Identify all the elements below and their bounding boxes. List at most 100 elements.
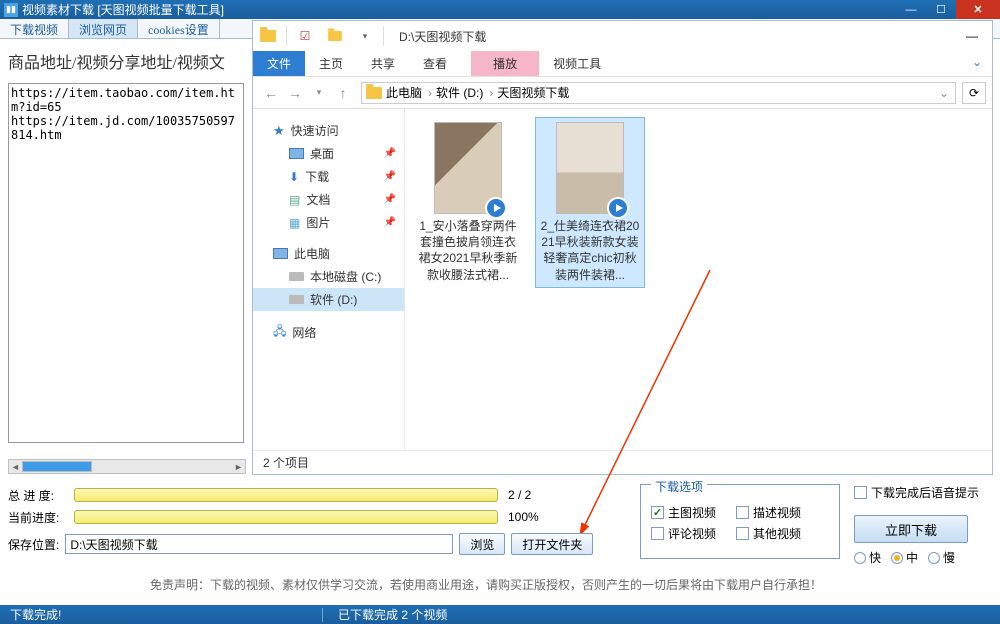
maximize-button[interactable]: ☐ [926,0,956,19]
browse-button[interactable]: 浏览 [459,533,505,555]
folder-icon [366,87,382,99]
tab-download[interactable]: 下载视频 [0,19,69,38]
ribbon-home[interactable]: 主页 [305,51,357,76]
chk-desc-video[interactable]: 描述视频 [736,504,801,521]
ribbon-share[interactable]: 共享 [357,51,409,76]
nav-sidebar: ★快速访问 桌面📌 ⬇下载📌 ▤文档📌 ▦图片📌 此电脑 本地磁盘 (C:) 软… [253,109,405,450]
side-desktop[interactable]: 桌面📌 [253,142,404,165]
play-icon [607,197,629,219]
qa-dropdown-icon[interactable]: ▾ [350,22,380,50]
total-progress-value: 2 / 2 [508,488,531,502]
item-count: 2 个项目 [263,454,309,471]
radio-mid[interactable]: 中 [891,549,918,566]
file-area[interactable]: 1_安小落叠穿两件套撞色披肩领连衣裙女2021早秋季新款收腰法式裙... 2_仕… [405,109,992,450]
close-button[interactable]: ✕ [956,0,1000,19]
explorer-statusbar: 2 个项目 [253,450,992,474]
side-docs[interactable]: ▤文档📌 [253,188,404,211]
chk-comment-video[interactable]: 评论视频 [651,525,716,542]
drive-icon [289,295,304,304]
file-item[interactable]: 1_安小落叠穿两件套撞色披肩领连衣裙女2021早秋季新款收腰法式裙... [413,117,523,288]
file-label: 2_仕美绮连衣裙2021早秋装新款女装轻奢高定chic初秋装两件装裙... [540,218,640,283]
scroll-right-icon[interactable]: ► [232,460,245,473]
url-textarea[interactable]: https://item.taobao.com/item.htm?id=65 h… [8,83,244,443]
tab-browse[interactable]: 浏览网页 [69,19,138,38]
side-downloads[interactable]: ⬇下载📌 [253,165,404,188]
scroll-thumb[interactable] [22,461,92,472]
file-label: 1_安小落叠穿两件套撞色披肩领连衣裙女2021早秋季新款收腰法式裙... [418,218,518,283]
app-icon: ▮▮ [4,3,18,17]
play-icon [485,197,507,219]
side-network[interactable]: 🖧网络 [253,319,404,346]
side-thispc[interactable]: 此电脑 [253,242,404,265]
address-dropdown-icon[interactable]: ⌄ [939,86,955,100]
pic-icon: ▦ [289,216,300,230]
ribbon-view[interactable]: 查看 [409,51,461,76]
window-path: D:\天图视频下载 [399,28,952,45]
refresh-icon[interactable]: ⟳ [962,82,986,104]
nav-fwd-icon[interactable]: → [283,81,307,105]
save-location-label: 保存位置: [8,536,59,553]
nav-back-icon[interactable]: ← [259,81,283,105]
current-progress-value: 100% [508,510,539,524]
video-thumbnail [556,122,624,214]
ribbon-expand-icon[interactable]: ⌄ [962,51,992,76]
scroll-left-icon[interactable]: ◄ [9,460,22,473]
disclaimer-text: 免责声明：下载的视频、素材仅供学习交流，若使用商业用途，请购买正版授权，否则产生… [150,576,822,593]
side-cdrive[interactable]: 本地磁盘 (C:) [253,265,404,288]
titlebar: ▮▮ 视频素材下载 [天图视频批量下载工具] — ☐ ✕ [0,0,1000,19]
save-location-input[interactable] [65,534,453,554]
nav-history-icon[interactable]: ▾ [307,81,331,105]
pc-icon [273,248,288,259]
tab-cookies[interactable]: cookies设置 [138,19,220,38]
url-list-header: 商品地址/视频分享地址/视频文 [8,39,248,83]
file-item[interactable]: 2_仕美绮连衣裙2021早秋装新款女装轻奢高定chic初秋装两件装裙... [535,117,645,288]
star-icon: ★ [273,123,285,139]
crumb-thispc[interactable]: 此电脑 [386,84,432,101]
qa-folder-icon[interactable] [253,22,283,50]
file-explorer: ☑ ▾ D:\天图视频下载 — 文件 主页 共享 查看 播放 视频工具 ⌄ ← … [252,20,993,475]
drive-icon [289,272,304,281]
pin-icon: 📌 [384,217,396,228]
doc-icon: ▤ [289,193,300,207]
current-progress-bar [74,510,498,524]
side-quick[interactable]: ★快速访问 [253,119,404,142]
status-mid: 已下载完成 2 个视频 [328,606,457,623]
current-progress-label: 当前进度: [8,509,64,526]
video-thumbnail [434,122,502,214]
download-options-group: 下载选项 主图视频 描述视频 评论视频 其他视频 [640,484,840,559]
chk-voice-notify[interactable]: 下载完成后语音提示 [854,484,979,501]
side-ddrive[interactable]: 软件 (D:) [253,288,404,311]
pin-icon: 📌 [384,194,396,205]
breadcrumb-bar: ← → ▾ ↑ 此电脑 软件 (D:) 天图视频下载 ⌄ ⟳ [253,77,992,109]
left-pane: 商品地址/视频分享地址/视频文 https://item.taobao.com/… [8,39,248,479]
side-pics[interactable]: ▦图片📌 [253,211,404,234]
ribbon-file[interactable]: 文件 [253,51,305,76]
pin-icon: 📌 [384,171,396,182]
crumb-ddrive[interactable]: 软件 (D:) [436,84,493,101]
radio-fast[interactable]: 快 [854,549,881,566]
minimize-button[interactable]: — [896,0,926,19]
chk-main-video[interactable]: 主图视频 [651,504,716,521]
start-download-button[interactable]: 立即下载 [854,515,968,543]
radio-slow[interactable]: 慢 [928,549,955,566]
statusbar: 下载完成! 已下载完成 2 个视频 [0,605,1000,624]
status-left: 下载完成! [0,606,71,623]
total-progress-label: 总 进 度: [8,487,64,504]
qa-open-icon[interactable] [320,22,350,50]
crumb-folder[interactable]: 天图视频下载 [497,84,569,101]
network-icon: 🖧 [273,322,286,343]
pin-icon: 📌 [384,148,396,159]
options-legend: 下载选项 [651,478,707,495]
url-hscroll[interactable]: ◄ ► [8,459,246,474]
chk-other-video[interactable]: 其他视频 [736,525,801,542]
right-options: 下载完成后语音提示 立即下载 快 中 慢 [854,484,994,566]
nav-up-icon[interactable]: ↑ [331,81,355,105]
ribbon: 文件 主页 共享 查看 播放 视频工具 ⌄ [253,51,992,77]
open-folder-button[interactable]: 打开文件夹 [511,533,593,555]
address-bar[interactable]: 此电脑 软件 (D:) 天图视频下载 ⌄ [361,82,956,104]
explorer-minimize[interactable]: — [952,22,992,50]
ribbon-context[interactable]: 播放 [471,51,539,76]
qa-check-icon[interactable]: ☑ [290,22,320,50]
total-progress-bar [74,488,498,502]
ribbon-context-label[interactable]: 视频工具 [545,51,609,76]
